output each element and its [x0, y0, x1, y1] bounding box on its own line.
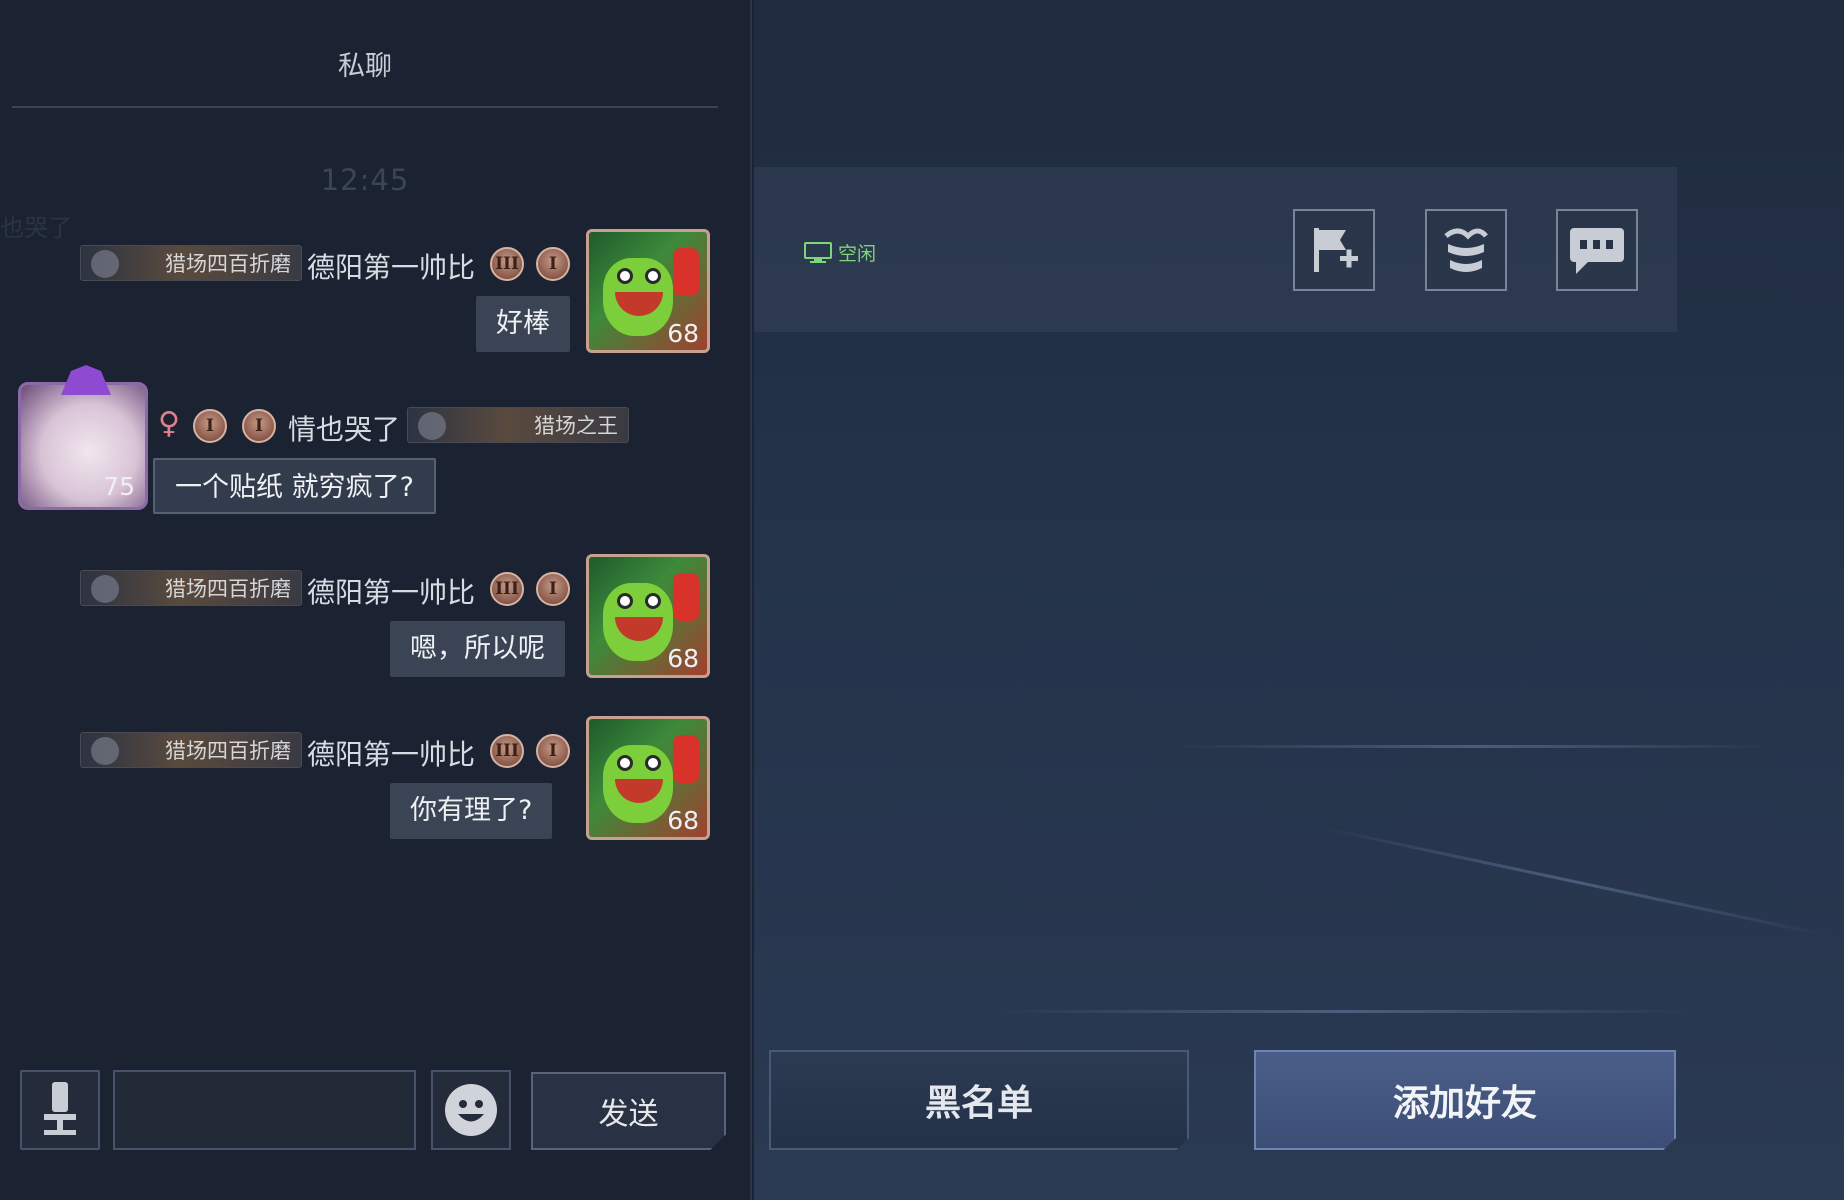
chat-button[interactable]: [1556, 209, 1638, 291]
message-bubble[interactable]: 好棒: [476, 296, 570, 352]
sender-name[interactable]: 情也哭了: [288, 408, 400, 448]
online-status: 空闲: [804, 239, 876, 266]
title-emblem-icon: [91, 737, 119, 765]
lantern-icon: [673, 248, 699, 296]
gift-button[interactable]: [1425, 209, 1507, 291]
flag-plus-icon: [1314, 228, 1358, 272]
lantern-icon: [673, 573, 699, 621]
title-emblem-icon: [418, 412, 446, 440]
send-button[interactable]: 发送: [531, 1072, 726, 1150]
emoji-button[interactable]: [431, 1070, 511, 1150]
blacklist-button[interactable]: 黑名单: [769, 1050, 1189, 1150]
add-friend-flag-button[interactable]: [1293, 209, 1375, 291]
avatar-level: 68: [667, 644, 699, 673]
avatar-level: 68: [667, 806, 699, 835]
rank-badge-icon: I: [536, 734, 570, 768]
title-emblem-icon: [91, 575, 119, 603]
user-avatar[interactable]: 68: [586, 554, 710, 678]
faded-previous-text: 也哭了: [0, 214, 72, 242]
title-badge[interactable]: 猎场四百折磨: [80, 570, 302, 606]
add-friend-button[interactable]: 添加好友: [1254, 1050, 1676, 1150]
background-streak: [994, 1010, 1694, 1013]
sender-name[interactable]: 德阳第一帅比: [307, 246, 475, 286]
eye-icon: [645, 755, 661, 771]
rank-badge-icon: I: [536, 247, 570, 281]
background-streak: [1319, 825, 1829, 938]
message-bubble[interactable]: 一个贴纸 就穷疯了?: [153, 458, 436, 514]
friend-profile-panel: 空闲 黑名单 添加好友: [754, 0, 1844, 1200]
user-avatar[interactable]: 68: [586, 229, 710, 353]
crown-icon: [61, 365, 111, 395]
message-timestamp: 12:45: [320, 163, 410, 197]
avatar-level: 75: [103, 472, 135, 501]
chat-bubble-icon: [1570, 228, 1624, 274]
title-badge[interactable]: 猎场四百折磨: [80, 245, 302, 281]
background-streak: [1174, 745, 1774, 748]
profile-card: 空闲: [754, 167, 1677, 332]
eye-icon: [617, 268, 633, 284]
chat-panel: 私聊 12:45 也哭了 猎场四百折磨 德阳第一帅比 III I 好棒 68 7…: [0, 0, 752, 1200]
rank-badge-icon: I: [193, 409, 227, 443]
title-badge[interactable]: 猎场之王: [407, 407, 629, 443]
title-emblem-icon: [91, 250, 119, 278]
sender-name[interactable]: 德阳第一帅比: [307, 571, 475, 611]
microphone-icon: [44, 1082, 76, 1135]
chat-title: 私聊: [338, 51, 392, 82]
smiley-icon: [445, 1084, 497, 1136]
gift-icon: [1444, 228, 1488, 272]
rank-badge-icon: III: [490, 572, 524, 606]
avatar-level: 68: [667, 319, 699, 348]
divider: [12, 106, 718, 108]
user-avatar[interactable]: 75: [18, 365, 148, 510]
user-avatar[interactable]: 68: [586, 716, 710, 840]
rank-badge-icon: I: [242, 409, 276, 443]
title-badge[interactable]: 猎场四百折磨: [80, 732, 302, 768]
female-gender-icon: ♀: [158, 406, 180, 441]
message-bubble[interactable]: 嗯，所以呢: [390, 621, 565, 677]
lantern-icon: [673, 735, 699, 783]
rank-badge-icon: I: [536, 572, 570, 606]
rank-badge-icon: III: [490, 734, 524, 768]
sender-name[interactable]: 德阳第一帅比: [307, 733, 475, 773]
eye-icon: [617, 593, 633, 609]
monitor-icon: [804, 241, 832, 263]
status-text: 空闲: [838, 243, 877, 265]
eye-icon: [645, 268, 661, 284]
rank-badge-icon: III: [490, 247, 524, 281]
eye-icon: [645, 593, 661, 609]
message-bubble[interactable]: 你有理了?: [390, 783, 553, 839]
voice-input-button[interactable]: [20, 1070, 100, 1150]
message-input[interactable]: [113, 1070, 416, 1150]
eye-icon: [617, 755, 633, 771]
